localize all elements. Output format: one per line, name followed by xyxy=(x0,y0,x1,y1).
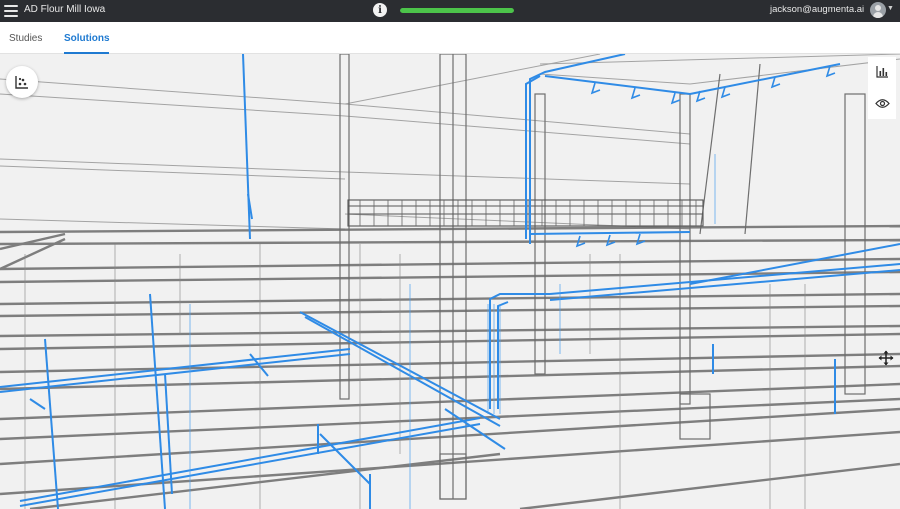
3d-model-viewport[interactable] xyxy=(0,54,900,509)
pipe-hanger xyxy=(670,92,681,105)
pipe-hanger xyxy=(630,87,641,100)
model-wireframe xyxy=(0,54,900,509)
bar-chart-icon[interactable] xyxy=(872,61,892,81)
pipe-hanger xyxy=(720,86,731,99)
tab-bar: Studies Solutions xyxy=(0,22,900,54)
pipe-hanger xyxy=(590,82,601,95)
eye-icon[interactable] xyxy=(872,93,892,113)
avatar[interactable] xyxy=(870,2,886,18)
tab-studies[interactable]: Studies xyxy=(9,33,42,44)
tab-solutions[interactable]: Solutions xyxy=(64,33,110,44)
pipe-hanger xyxy=(635,233,646,246)
chevron-down-icon[interactable]: ▼ xyxy=(887,5,894,12)
progress-fill xyxy=(400,8,514,13)
pipe-hanger xyxy=(770,76,781,89)
pipe-hanger xyxy=(605,234,616,247)
scatter-chart-icon[interactable] xyxy=(6,66,38,98)
move-arrows-icon[interactable] xyxy=(877,349,895,367)
progress-bar xyxy=(400,8,514,13)
hamburger-menu-icon[interactable] xyxy=(4,3,18,19)
app-title: AD Flour Mill Iowa xyxy=(24,4,106,15)
top-bar: AD Flour Mill Iowa i jackson@augmenta.ai… xyxy=(0,0,900,22)
right-tool-panel xyxy=(868,57,896,119)
user-email: jackson@augmenta.ai xyxy=(770,4,865,15)
info-icon[interactable]: i xyxy=(373,3,387,17)
